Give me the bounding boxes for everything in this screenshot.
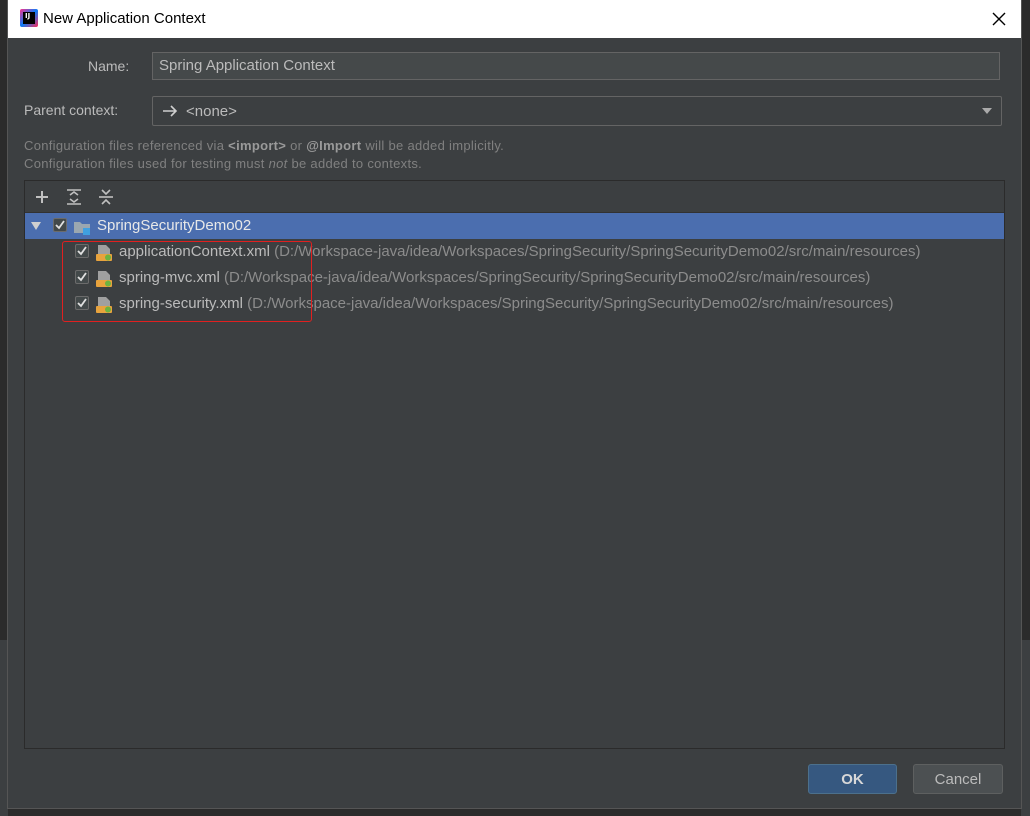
file-path: (D:/Workspace-java/idea/Workspaces/Sprin… <box>224 269 871 286</box>
file-name: spring-mvc.xml <box>119 269 220 286</box>
file-name: spring-security.xml <box>119 295 243 312</box>
hint-emphasis: not <box>268 156 288 171</box>
hint-line-2: Configuration files used for testing mus… <box>24 156 422 171</box>
checkmark-icon <box>55 220 65 230</box>
title-bar: IJ New Application Context <box>8 0 1021 38</box>
parent-context-value: <none> <box>186 103 237 120</box>
background-ide-left <box>0 640 8 816</box>
tree-item-row[interactable]: spring-security.xml (D:/Workspace-java/i… <box>25 291 1004 317</box>
close-button[interactable] <box>989 9 1009 29</box>
intellij-idea-icon: IJ <box>20 9 38 27</box>
dialog-title: New Application Context <box>43 10 206 27</box>
triangle-down-icon[interactable] <box>30 220 42 232</box>
cancel-button[interactable]: Cancel <box>913 764 1003 794</box>
name-label: Name: <box>88 58 130 74</box>
name-input-value: Spring Application Context <box>159 57 335 74</box>
expand-all-icon <box>67 189 81 205</box>
hint-line-1: Configuration files referenced via <impo… <box>24 138 504 153</box>
background-ide-right <box>1021 640 1030 816</box>
tree-root-label: SpringSecurityDemo02 <box>97 217 252 234</box>
hint-text: or <box>286 138 307 153</box>
parent-context-label: Parent context: <box>24 102 119 118</box>
ok-button[interactable]: OK <box>808 764 897 794</box>
config-files-panel: SpringSecurityDemo02 applicationContext.… <box>24 180 1005 749</box>
spring-xml-file-icon <box>96 245 112 261</box>
hint-text: Configuration files used for testing mus… <box>24 156 269 171</box>
config-files-tree: SpringSecurityDemo02 applicationContext.… <box>25 213 1004 748</box>
spring-xml-file-icon <box>96 271 112 287</box>
add-button[interactable] <box>32 187 52 207</box>
spring-xml-file-icon <box>96 297 112 313</box>
hint-text: will be added implicitly. <box>361 138 505 153</box>
hint-import-annotation: @Import <box>306 138 362 153</box>
checkmark-icon <box>77 246 87 256</box>
tree-toolbar <box>25 181 1004 213</box>
name-input[interactable]: Spring Application Context <box>152 52 1000 80</box>
arrow-right-icon <box>163 105 178 117</box>
tree-item-row[interactable]: spring-mvc.xml (D:/Workspace-java/idea/W… <box>25 265 1004 291</box>
hint-text: be added to contexts. <box>287 156 423 171</box>
checkmark-icon <box>77 298 87 308</box>
module-folder-icon <box>74 222 90 235</box>
item-checkbox[interactable] <box>75 244 89 258</box>
tree-root-row[interactable]: SpringSecurityDemo02 <box>25 213 1004 239</box>
hint-import-tag: <import> <box>228 138 287 153</box>
chevron-down-icon <box>982 108 992 114</box>
tree-item-row[interactable]: applicationContext.xml (D:/Workspace-jav… <box>25 239 1004 265</box>
root-checkbox[interactable] <box>53 218 67 232</box>
checkmark-icon <box>77 272 87 282</box>
expand-all-button[interactable] <box>64 187 84 207</box>
item-checkbox[interactable] <box>75 270 89 284</box>
hint-text: Configuration files referenced via <box>24 138 229 153</box>
collapse-all-button[interactable] <box>96 187 116 207</box>
file-path: (D:/Workspace-java/idea/Workspaces/Sprin… <box>247 295 894 312</box>
item-checkbox[interactable] <box>75 296 89 310</box>
collapse-all-icon <box>99 189 113 205</box>
file-name: applicationContext.xml <box>119 243 270 260</box>
file-path: (D:/Workspace-java/idea/Workspaces/Sprin… <box>274 243 921 260</box>
parent-context-select[interactable]: <none> <box>152 96 1002 126</box>
tree-item-text: spring-mvc.xml (D:/Workspace-java/idea/W… <box>119 269 870 286</box>
tree-item-text: spring-security.xml (D:/Workspace-java/i… <box>119 295 893 312</box>
new-application-context-dialog: IJ New Application Context Name: Spring … <box>8 0 1021 808</box>
plus-icon <box>36 191 48 203</box>
close-icon <box>992 12 1006 26</box>
tree-item-text: applicationContext.xml (D:/Workspace-jav… <box>119 243 920 260</box>
